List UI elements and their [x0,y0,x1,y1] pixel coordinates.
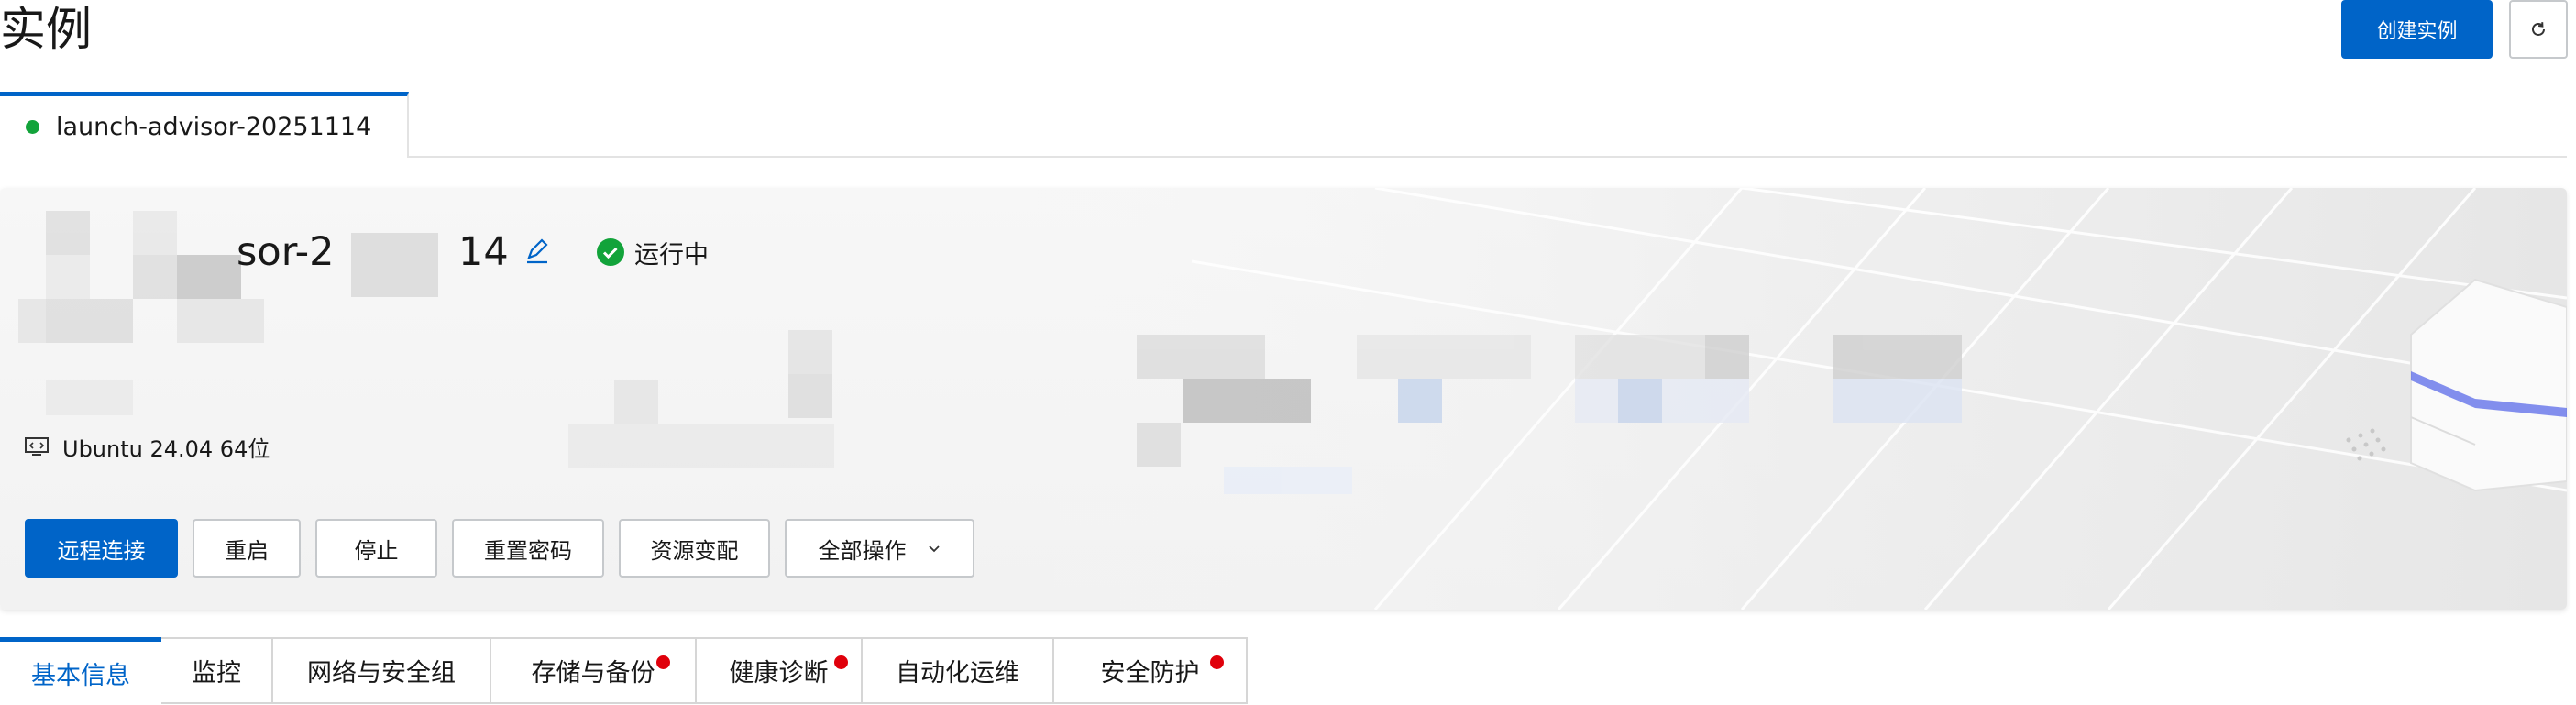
edit-name-icon[interactable] [522,236,553,267]
tab-network-security[interactable]: 网络与安全组 [273,637,491,704]
refresh-button[interactable] [2509,0,2568,59]
instance-name: sor-2 [237,229,335,275]
status-indicator: 运行中 [596,234,709,270]
tab-label: 健康诊断 [729,659,829,688]
tab-monitoring[interactable]: 监控 [161,637,273,704]
os-info: Ubuntu 24.04 64位 [24,428,270,465]
alert-dot [656,655,670,669]
tab-basic-info[interactable]: 基本信息 [0,637,161,704]
instance-tab[interactable]: launch-advisor-20251114 [0,92,409,158]
chevron-down-icon [928,545,940,553]
tab-label: 存储与备份 [531,659,655,688]
status-text: 运行中 [634,240,709,270]
os-monitor-icon [25,437,49,456]
stop-button[interactable]: 停止 [315,519,437,578]
alert-dot [1210,655,1224,669]
tab-security-protection[interactable]: 安全防护 [1054,637,1248,704]
tab-label: 安全防护 [1100,659,1200,688]
page-title: 实例 [0,3,92,56]
tab-label: 监控 [192,659,241,688]
tab-label: 自动化运维 [896,659,1019,688]
tab-health-diagnosis[interactable]: 健康诊断 [697,637,863,704]
alert-dot [834,655,848,669]
reset-password-button[interactable]: 重置密码 [452,519,604,578]
all-actions-label: 全部操作 [818,537,907,564]
resize-button[interactable]: 资源变配 [619,519,770,578]
tab-storage-backup[interactable]: 存储与备份 [491,637,697,704]
instance-summary-card: sor-2 14 运行中 Ubuntu 24.04 64位 远程连接 重启 停止… [0,188,2567,610]
check-circle-icon [597,238,624,266]
instance-name-tail: 14 [458,229,509,275]
tab-automation-ops[interactable]: 自动化运维 [863,637,1054,704]
remote-connect-button[interactable]: 远程连接 [25,519,178,578]
instance-tab-bar: launch-advisor-20251114 [0,88,2567,158]
create-instance-button[interactable]: 创建实例 [2341,0,2493,59]
tab-label: 网络与安全组 [307,659,456,688]
instance-tab-label: launch-advisor-20251114 [56,113,372,141]
detail-tab-bar: 基本信息 监控 网络与安全组 存储与备份 健康诊断 自动化运维 安全防护 [0,637,1248,705]
running-status-dot [26,120,39,134]
all-actions-dropdown[interactable]: 全部操作 [785,519,974,578]
instance-actions: 远程连接 重启 停止 重置密码 资源变配 全部操作 [25,519,974,578]
refresh-icon [2532,22,2545,36]
tab-label: 基本信息 [31,661,130,690]
restart-button[interactable]: 重启 [193,519,301,578]
os-label: Ubuntu 24.04 64位 [62,435,270,462]
